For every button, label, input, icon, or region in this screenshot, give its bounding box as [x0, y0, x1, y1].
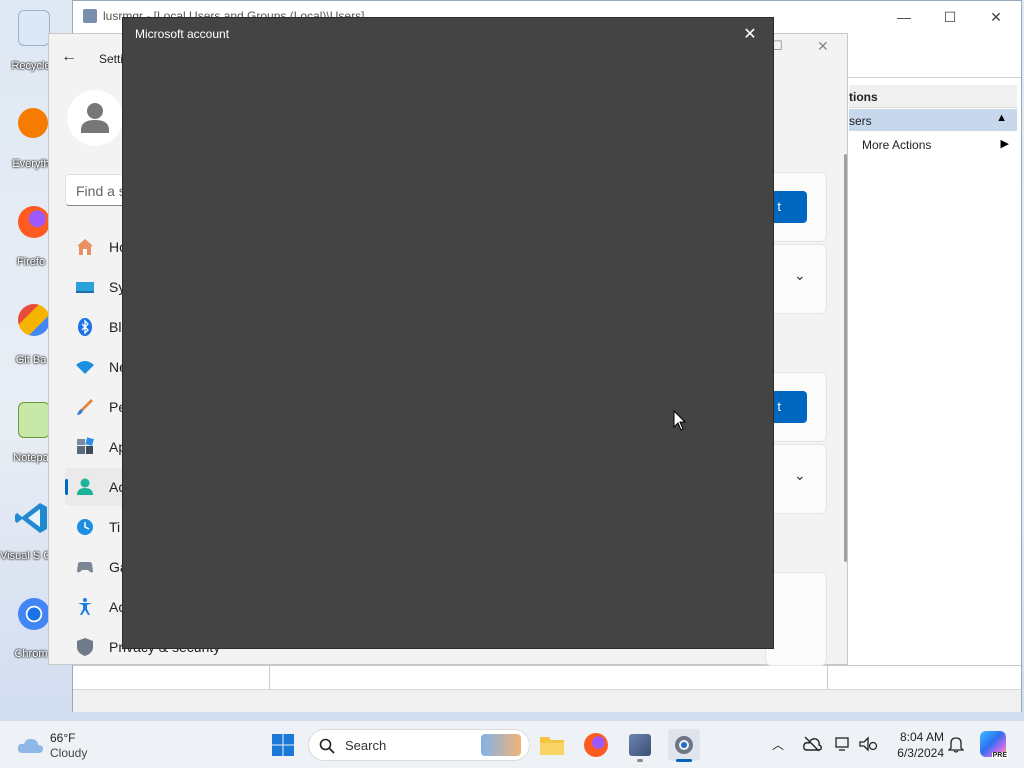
lusrmgr-status-bar — [73, 689, 1021, 712]
action-button-label: t — [777, 199, 781, 214]
git-bash-icon — [18, 304, 50, 336]
accessibility-icon — [78, 598, 92, 615]
active-indicator — [676, 759, 692, 762]
settings-close-button[interactable]: ✕ — [817, 38, 837, 58]
maximize-icon: ☐ — [943, 8, 957, 25]
bottom-pane-left — [73, 666, 270, 690]
accounts-icon — [77, 478, 93, 495]
weather-temp: 66°F — [50, 731, 76, 745]
firefox-icon — [18, 206, 50, 238]
actions-users-label: sers — [849, 114, 872, 128]
maximize-button[interactable]: ☐ — [927, 1, 973, 33]
cloud-icon — [17, 738, 43, 753]
minimize-button[interactable]: — — [881, 1, 927, 33]
taskbar-search-box[interactable]: Search — [308, 729, 530, 761]
taskbar-firefox[interactable] — [580, 729, 612, 761]
submenu-arrow-icon: ▶ — [1000, 138, 1009, 150]
clock-time: 8:04 AM — [899, 730, 944, 744]
onedrive-icon[interactable] — [802, 735, 822, 753]
windows-logo-icon — [272, 734, 294, 756]
dialog-close-button[interactable]: ✕ — [733, 22, 767, 46]
content-card — [765, 572, 827, 666]
chevron-down-icon: ⌄ — [794, 467, 806, 483]
vscode-icon — [14, 500, 50, 536]
selected-indicator — [65, 479, 68, 495]
expandable-card[interactable]: ⌄ — [765, 244, 827, 314]
clock[interactable]: 8:04 AM 6/3/2024 — [884, 727, 944, 763]
settings-title: Setti — [99, 52, 124, 66]
minimize-icon: — — [897, 9, 911, 25]
actions-users-item[interactable]: sers ▲ — [849, 109, 1017, 131]
start-button[interactable] — [267, 729, 299, 761]
weather-desc: Cloudy — [50, 746, 88, 760]
chevron-down-icon: ⌄ — [794, 267, 806, 283]
taskbar-search-label: Search — [345, 738, 387, 753]
actions-pane: tions sers ▲ More Actions ▶ — [849, 85, 1017, 685]
volume-muted-icon[interactable] — [858, 735, 878, 753]
pre-badge: PRE — [991, 752, 1008, 759]
firefox-icon — [584, 733, 608, 757]
settings-scrollbar[interactable] — [844, 154, 847, 562]
more-actions-label: More Actions — [862, 138, 932, 152]
expandable-card[interactable]: ⌄ — [765, 444, 827, 514]
computer-management-icon — [629, 734, 651, 756]
shield-icon — [77, 638, 93, 656]
notepad-plus-plus-icon — [18, 402, 50, 438]
recycle-bin-icon — [18, 10, 50, 46]
chrome-icon — [18, 598, 50, 630]
clock-date: 6/3/2024 — [897, 746, 944, 760]
apps-icon — [77, 437, 94, 454]
time-icon — [77, 519, 93, 535]
microsoft-account-dialog: Microsoft account ✕ — [122, 17, 774, 649]
running-indicator — [637, 759, 643, 762]
collapse-arrow-icon: ▲ — [996, 112, 1007, 124]
network-status-icon[interactable] — [834, 735, 852, 753]
search-placeholder: Find a s — [76, 183, 126, 199]
taskbar-file-explorer[interactable] — [536, 729, 568, 761]
computer-management-icon — [83, 9, 97, 23]
nav-item-label: Bl — [109, 319, 122, 335]
mouse-cursor-icon — [673, 410, 687, 431]
home-icon — [77, 239, 93, 255]
person-icon — [81, 103, 109, 133]
everything-search-icon — [18, 108, 48, 138]
taskbar-computer-management[interactable] — [624, 729, 656, 762]
nav-item-label: Ti — [109, 519, 121, 535]
weather-widget[interactable]: 66°F Cloudy — [14, 727, 124, 763]
taskbar: 66°F Cloudy Search ︿ 8:04 AM 6/3/2024 PR… — [0, 720, 1024, 768]
dialog-content-area — [123, 50, 773, 648]
settings-back-button[interactable]: ← — [61, 48, 83, 70]
dialog-title: Microsoft account — [135, 27, 230, 41]
bluetooth-icon — [78, 318, 92, 336]
copilot-button[interactable]: PRE — [980, 731, 1008, 759]
search-highlight-image-icon — [481, 734, 521, 756]
personalization-icon — [77, 399, 93, 415]
actions-header-label: tions — [849, 90, 878, 104]
system-icon — [76, 282, 94, 293]
lusrmgr-bottom-panes — [73, 665, 1021, 690]
action-button-label: t — [777, 399, 781, 414]
settings-maximize-button[interactable]: ☐ — [771, 38, 791, 58]
more-actions-item[interactable]: More Actions ▶ — [849, 135, 1017, 155]
close-button[interactable]: ✕ — [973, 1, 1019, 33]
gaming-icon — [77, 562, 93, 573]
close-icon: ✕ — [743, 26, 757, 43]
close-icon: ✕ — [990, 8, 1002, 25]
folder-icon — [540, 737, 564, 755]
search-icon — [319, 738, 335, 754]
taskbar-settings[interactable] — [668, 729, 700, 762]
avatar — [67, 90, 123, 146]
notification-bell-icon[interactable] — [948, 735, 964, 753]
gear-icon — [675, 736, 693, 754]
show-hidden-icons-button[interactable]: ︿ — [772, 736, 788, 752]
bottom-pane-middle — [271, 666, 828, 690]
actions-header: tions — [849, 85, 1017, 108]
network-icon — [76, 361, 94, 374]
